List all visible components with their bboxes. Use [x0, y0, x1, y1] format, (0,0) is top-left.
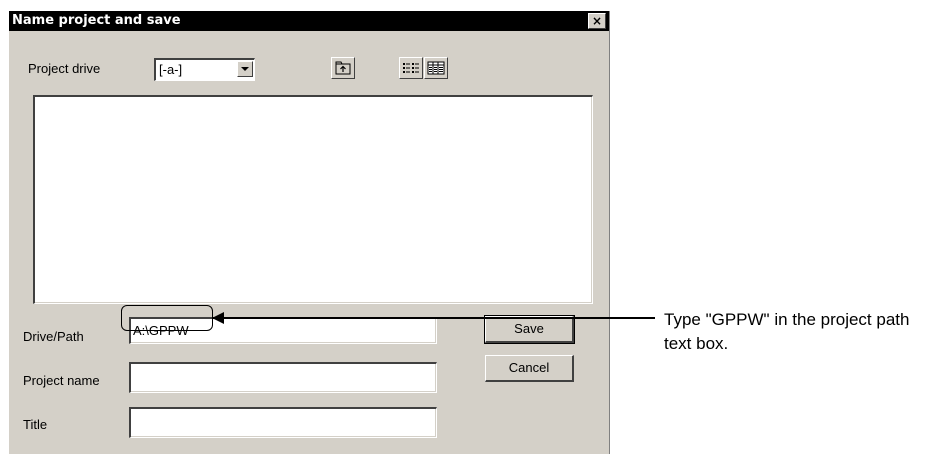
project-drive-select[interactable]: [-a-] [154, 58, 255, 81]
close-button[interactable]: × [588, 13, 606, 29]
title-input[interactable] [129, 407, 437, 438]
name-project-dialog: Name project and save × Project drive [-… [9, 11, 610, 454]
details-view-icon [427, 61, 445, 75]
up-folder-button[interactable] [331, 57, 355, 79]
callout-line [213, 317, 655, 319]
project-name-label: Project name [23, 373, 100, 388]
callout-text: Type "GPPW" in the project path text box… [664, 310, 910, 353]
highlight-oval [121, 305, 213, 331]
save-button[interactable]: Save [484, 315, 575, 344]
title-label: Title [23, 417, 48, 432]
file-list[interactable] [33, 95, 593, 304]
up-folder-icon [335, 61, 351, 75]
chevron-down-icon[interactable] [237, 61, 253, 77]
dialog-title: Name project and save [12, 13, 181, 28]
drive-path-label: Drive/Path [23, 329, 84, 344]
list-view-icon [403, 63, 419, 73]
dialog-titlebar: Name project and save × [9, 11, 609, 31]
project-drive-label: Project drive [28, 61, 101, 76]
close-icon: × [591, 14, 603, 28]
cancel-button[interactable]: Cancel [485, 355, 574, 382]
project-drive-value: [-a-] [159, 62, 183, 77]
project-name-input[interactable] [129, 362, 437, 393]
details-view-button[interactable] [424, 57, 448, 79]
list-view-button[interactable] [399, 57, 423, 79]
arrow-left-icon [212, 312, 224, 324]
